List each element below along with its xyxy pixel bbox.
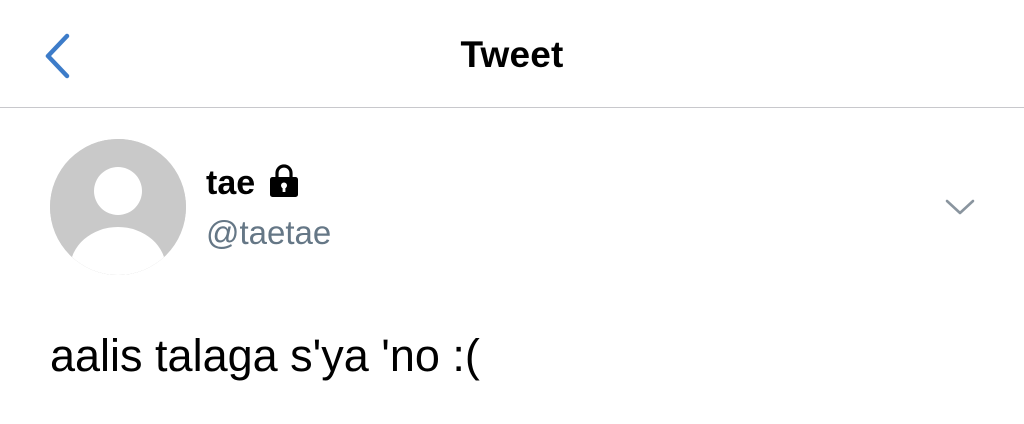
tweet-menu-button[interactable] <box>936 186 984 228</box>
avatar[interactable] <box>50 139 186 275</box>
tweet-text: aalis talaga s'ya 'no :( <box>50 330 480 381</box>
page-title: Tweet <box>460 34 564 75</box>
lock-icon <box>270 164 299 197</box>
default-avatar-icon <box>50 139 186 275</box>
author-handle[interactable]: @taetae <box>206 213 331 253</box>
chevron-down-icon <box>945 199 975 215</box>
author-display-name[interactable]: tae <box>206 163 301 203</box>
navigation-bar: Tweet <box>0 0 1024 108</box>
author-name-text: tae <box>206 164 256 202</box>
